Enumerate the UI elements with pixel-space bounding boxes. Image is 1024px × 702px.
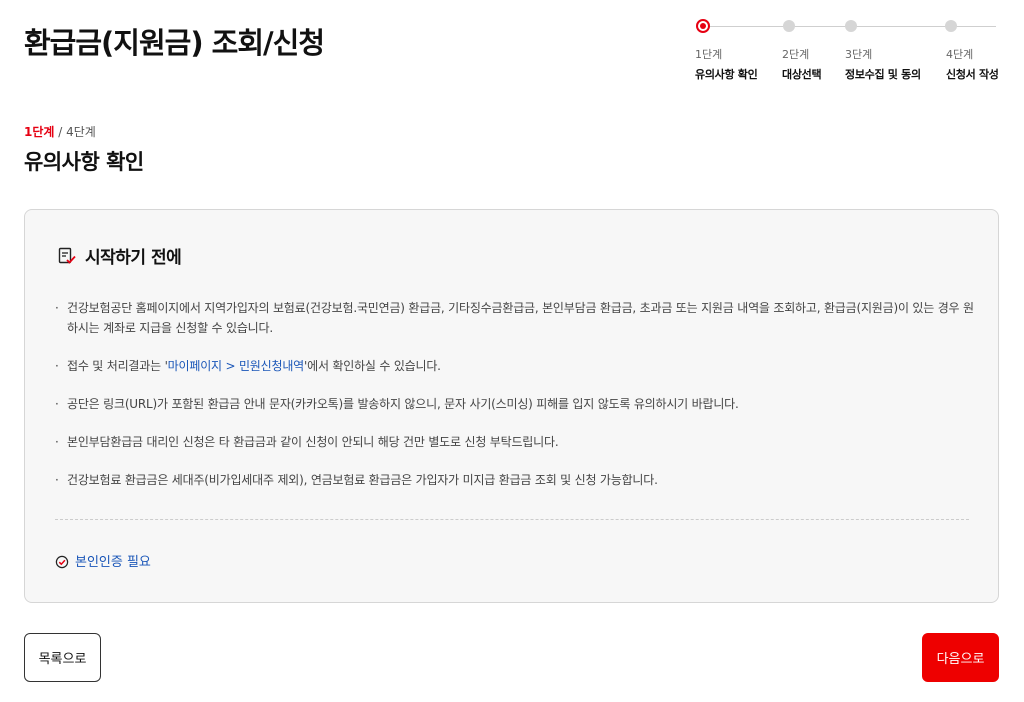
step-3-name: 정보수집 및 동의 [845,68,921,81]
notice-header: 시작하기 전에 [57,243,182,268]
notice-item: 건강보험공단 홈페이지에서 지역가입자의 보험료(건강보험.국민연금) 환급금,… [55,298,975,338]
step-2-name: 대상선택 [782,68,822,81]
notice-item: 건강보험료 환급금은 세대주(비가입세대주 제외), 연금보험료 환급금은 가입… [55,470,975,490]
progress-stepper: 1단계 2단계 3단계 4단계 유의사항 확인 대상선택 정보수집 및 동의 신… [690,18,1010,88]
auth-label: 본인인증 필요 [75,555,151,570]
notice-box: 시작하기 전에 건강보험공단 홈페이지에서 지역가입자의 보험료(건강보험.국민… [24,209,999,603]
divider [55,519,969,520]
page-title: 환급금(지원금) 조회/신청 [24,26,325,60]
notice-text: 접수 및 처리결과는 ' [67,359,168,373]
step-dot-4 [945,20,957,32]
notice-item: 공단은 링크(URL)가 포함된 환급금 안내 문자(카카오톡)를 발송하지 않… [55,394,975,414]
step-indicator: 1단계 / 4단계 [24,123,96,140]
current-step: 1단계 [24,125,55,139]
total-steps: / 4단계 [54,125,96,139]
check-circle-icon [55,554,69,568]
notice-item: 접수 및 처리결과는 '마이페이지 > 민원신청내역'에서 확인하실 수 있습니… [55,356,975,376]
next-button[interactable]: 다음으로 [922,633,999,682]
step-4-name: 신청서 작성 [946,68,999,81]
back-to-list-button[interactable]: 목록으로 [24,633,101,682]
notice-item: 본인부담환급금 대리인 신청은 타 환급금과 같이 신청이 안되니 해당 건만 … [55,432,975,452]
step-2-number: 2단계 [782,48,810,61]
mypage-link[interactable]: 마이페이지 > 민원신청내역 [168,359,305,373]
step-dot-1 [696,19,710,33]
step-4-number: 4단계 [946,48,974,61]
step-dot-2 [783,20,795,32]
auth-required: 본인인증 필요 [55,551,151,570]
step-3-number: 3단계 [845,48,873,61]
step-dot-3 [845,20,857,32]
checklist-icon [57,246,77,266]
section-title: 유의사항 확인 [24,150,144,174]
notice-list: 건강보험공단 홈페이지에서 지역가입자의 보험료(건강보험.국민연금) 환급금,… [55,298,975,508]
notice-text: '에서 확인하실 수 있습니다. [304,359,441,373]
step-1-number: 1단계 [695,48,723,61]
step-1-name: 유의사항 확인 [695,68,758,81]
notice-title: 시작하기 전에 [85,248,182,268]
